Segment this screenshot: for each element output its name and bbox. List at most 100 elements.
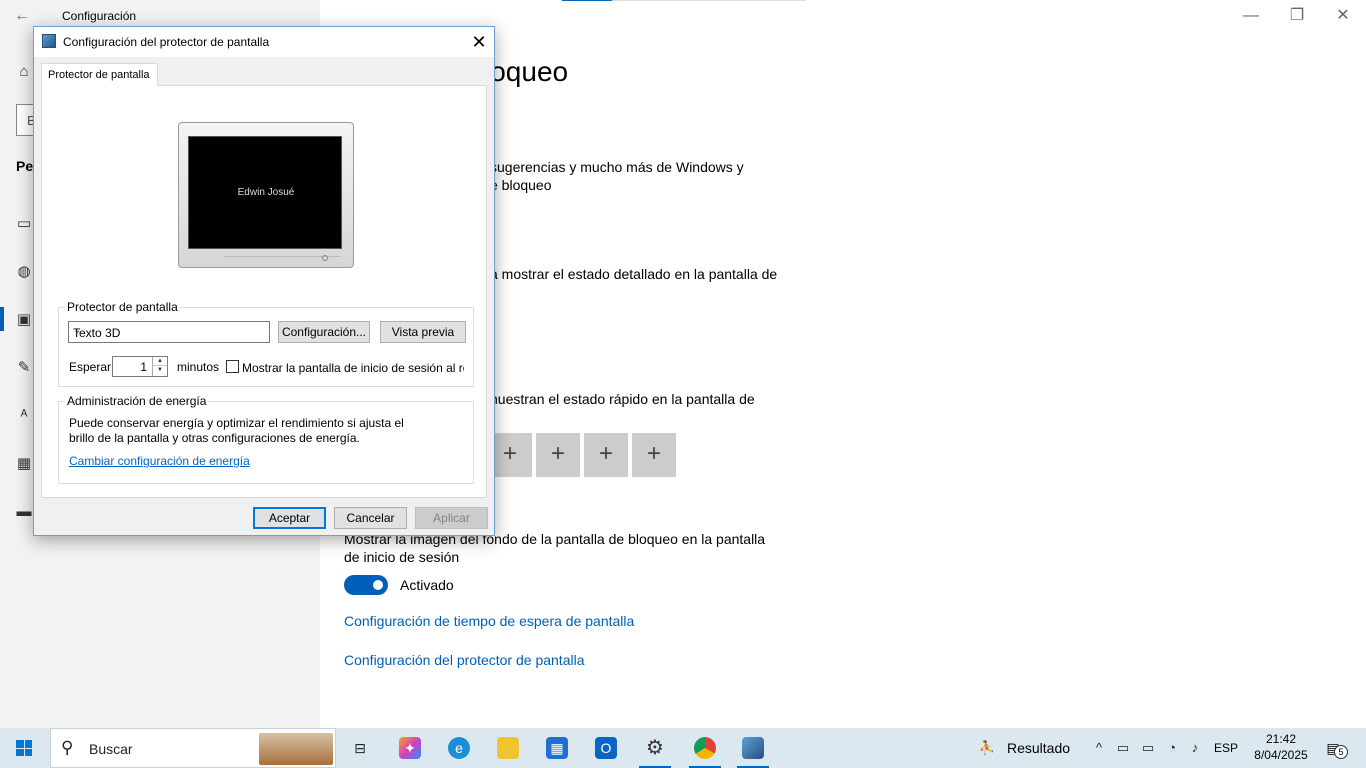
outlook-button[interactable]: O [582,728,630,768]
tab-label: Protector de pantalla [48,69,150,81]
scroll-indicator [562,0,612,1]
taskbar: ⚲ Buscar ⊟ ✦ e ▦ O ⚙ ⛹ Resultado ^ ▭ ▭ ◔… [0,728,1366,768]
maximize-button[interactable]: ❐ [1274,0,1320,32]
toggle-label: Activado [400,577,454,593]
stepper-buttons: ▲ ▼ [152,357,167,376]
screensaver-select[interactable]: Texto 3D ⌄ [68,321,270,343]
file-explorer-button[interactable] [484,728,532,768]
energy-group-title: Administración de energía [65,394,209,408]
apply-button[interactable]: Aplicar [415,507,488,529]
outlook-icon: O [595,737,617,759]
preview-button[interactable]: Vista previa [380,321,466,343]
background-icon[interactable]: ▭ [14,214,34,234]
settings-button[interactable]: Configuración... [278,321,370,343]
description-line-2: e bloqueo [490,177,552,193]
detailed-status-label: a mostrar el estado detallado en la pant… [490,266,778,282]
store-icon: ▦ [546,737,568,759]
quick-status-add-button[interactable]: + [584,433,628,477]
ok-button[interactable]: Aceptar [253,507,326,529]
dialog-titlebar[interactable]: Configuración del protector de pantalla … [34,27,494,57]
taskbar-search[interactable]: ⚲ Buscar [50,728,336,768]
chevron-up-icon[interactable]: ^ [1090,739,1108,757]
language-indicator[interactable]: ESP [1214,741,1238,755]
stepper-up-icon[interactable]: ▲ [153,357,167,366]
monitor-power-led [322,255,328,261]
quick-status-label: nuestran el estado rápido en la pantalla… [490,391,755,407]
search-highlight-image [259,733,333,765]
minimize-button[interactable]: — [1228,0,1274,32]
screen-timeout-link[interactable]: Configuración de tiempo de espera de pan… [344,613,634,629]
stepper-down-icon[interactable]: ▼ [153,366,167,375]
scroll-track [612,0,806,1]
minutes-label: minutos [177,360,220,374]
windows-logo-icon [16,740,32,756]
taskbar-search-label: Buscar [89,741,133,757]
energy-group: Administración de energía Puede conserva… [58,394,474,484]
battery-icon[interactable]: ▭ [1139,739,1157,757]
themes-icon[interactable]: ✎ [14,358,34,378]
screensaver-icon [42,34,56,48]
store-button[interactable]: ▦ [533,728,581,768]
home-icon[interactable]: ⌂ [14,62,34,82]
widget-text[interactable]: Resultado [1007,740,1070,756]
logon-checkbox-label[interactable]: Mostrar la pantalla de inicio de sesión … [242,361,464,375]
chrome-icon [694,737,716,759]
screensaver-settings-link[interactable]: Configuración del protector de pantalla [344,652,585,668]
edge-button[interactable]: e [435,728,483,768]
close-button[interactable]: ✕ [1320,0,1366,32]
back-arrow-icon[interactable]: ← [14,6,34,26]
app-title: Configuración [62,9,137,23]
start-icon[interactable]: ▦ [14,454,34,474]
clock[interactable]: 21:42 8/04/2025 [1248,731,1314,763]
energy-description: Puede conservar energía y optimizar el r… [69,416,404,445]
preview-text: Edwin Josué [237,187,295,198]
screensaver-group-title: Protector de pantalla [65,300,180,314]
lock-screen-icon[interactable]: ▣ [14,310,34,330]
settings-app-button[interactable]: ⚙ [631,728,679,768]
edge-icon: e [448,737,470,759]
gear-icon: ⚙ [646,737,664,759]
wait-label: Esperar: [69,360,115,374]
screensaver-dialog-button[interactable] [729,728,777,768]
wait-stepper[interactable]: 1 ▲ ▼ [112,356,168,377]
sidebar-active-indicator [0,307,4,331]
quick-status-add-button[interactable]: + [632,433,676,477]
screensaver-group: Protector de pantalla Texto 3D ⌄ Configu… [58,300,474,387]
wifi-icon[interactable]: ◔ [1163,739,1181,757]
background-toggle[interactable] [344,575,388,595]
task-view-icon: ⊟ [354,740,366,756]
clock-date: 8/04/2025 [1254,748,1308,762]
task-view-button[interactable]: ⊟ [336,728,384,768]
folder-icon [497,737,519,759]
start-button[interactable] [0,728,48,768]
nba-icon[interactable]: ⛹ [978,739,996,757]
background-setting-label-2: de inicio de sesión [344,549,460,565]
copilot-button[interactable]: ✦ [386,728,434,768]
dialog-title: Configuración del protector de pantalla [63,35,270,49]
colors-icon[interactable]: ◍ [14,262,34,282]
chrome-button[interactable] [681,728,729,768]
taskbar-icon[interactable]: ▬ [14,502,34,522]
logon-checkbox[interactable] [226,360,239,373]
notification-count: 5 [1334,745,1348,759]
screensaver-icon [742,737,764,759]
cancel-button[interactable]: Cancelar [334,507,407,529]
clock-time: 21:42 [1265,732,1297,746]
preview-screen: Edwin Josué [188,136,342,249]
meet-icon[interactable]: ▭ [1114,739,1132,757]
search-icon: ⚲ [61,738,74,757]
quick-status-add-button[interactable]: + [536,433,580,477]
fonts-icon[interactable]: ᴬ [14,406,34,426]
change-energy-settings-link[interactable]: Cambiar configuración de energía [69,454,250,468]
page-title: loqueo [484,56,569,87]
tab-screensaver[interactable]: Protector de pantalla [41,63,158,86]
tab-panel: Edwin Josué Protector de pantalla Texto … [41,85,487,498]
chevron-down-icon: ⌄ [73,325,82,336]
toggle-knob [373,580,383,590]
volume-icon[interactable]: ♪ [1186,739,1204,757]
copilot-icon: ✦ [399,737,421,759]
dialog-close-button[interactable]: ✕ [464,27,494,57]
wait-value[interactable]: 1 [140,360,147,374]
description-line-1: sugerencias y mucho más de Windows y [490,159,744,175]
monitor-preview: Edwin Josué [178,122,354,268]
